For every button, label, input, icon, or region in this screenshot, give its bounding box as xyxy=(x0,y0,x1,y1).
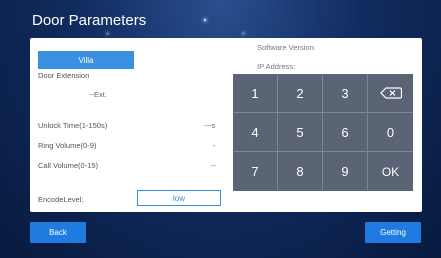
key-2[interactable]: 2 xyxy=(278,74,323,113)
call-volume-label: Call Volume(0-15) xyxy=(38,161,99,170)
call-volume-value[interactable]: -- xyxy=(211,161,216,170)
key-7[interactable]: 7 xyxy=(233,152,278,191)
star-decoration xyxy=(204,19,206,21)
numeric-keypad: 1 2 3 4 5 6 0 7 8 9 OK xyxy=(233,74,413,191)
key-0[interactable]: 0 xyxy=(368,113,413,152)
backspace-icon xyxy=(379,87,402,99)
key-9[interactable]: 9 xyxy=(323,152,368,191)
unlock-time-label: Unlock Time(1-150s) xyxy=(38,121,108,130)
villa-button[interactable]: Villa xyxy=(38,51,134,69)
ok-key[interactable]: OK xyxy=(368,152,413,191)
page-title: Door Parameters xyxy=(32,12,147,29)
software-version-label: Software Version: xyxy=(257,43,316,52)
key-8[interactable]: 8 xyxy=(278,152,323,191)
door-extension-value[interactable]: --Ext. xyxy=(89,90,107,99)
ip-address-label: IP Address: xyxy=(257,62,296,71)
key-1[interactable]: 1 xyxy=(233,74,278,113)
ring-volume-value[interactable]: - xyxy=(213,141,216,150)
star-decoration xyxy=(107,33,108,34)
encode-level-select[interactable]: low xyxy=(137,190,221,206)
key-6[interactable]: 6 xyxy=(323,113,368,152)
ring-volume-label: Ring Volume(0-9) xyxy=(38,141,97,150)
key-4[interactable]: 4 xyxy=(233,113,278,152)
getting-button[interactable]: Getting xyxy=(365,222,421,243)
star-decoration xyxy=(243,33,244,34)
door-extension-label: Door Extension xyxy=(38,71,90,80)
encode-level-label: EncodeLevel: xyxy=(38,195,84,204)
backspace-key[interactable] xyxy=(368,74,413,113)
key-3[interactable]: 3 xyxy=(323,74,368,113)
back-button[interactable]: Back xyxy=(30,222,86,243)
key-5[interactable]: 5 xyxy=(278,113,323,152)
unlock-time-value[interactable]: ---s xyxy=(204,121,215,130)
